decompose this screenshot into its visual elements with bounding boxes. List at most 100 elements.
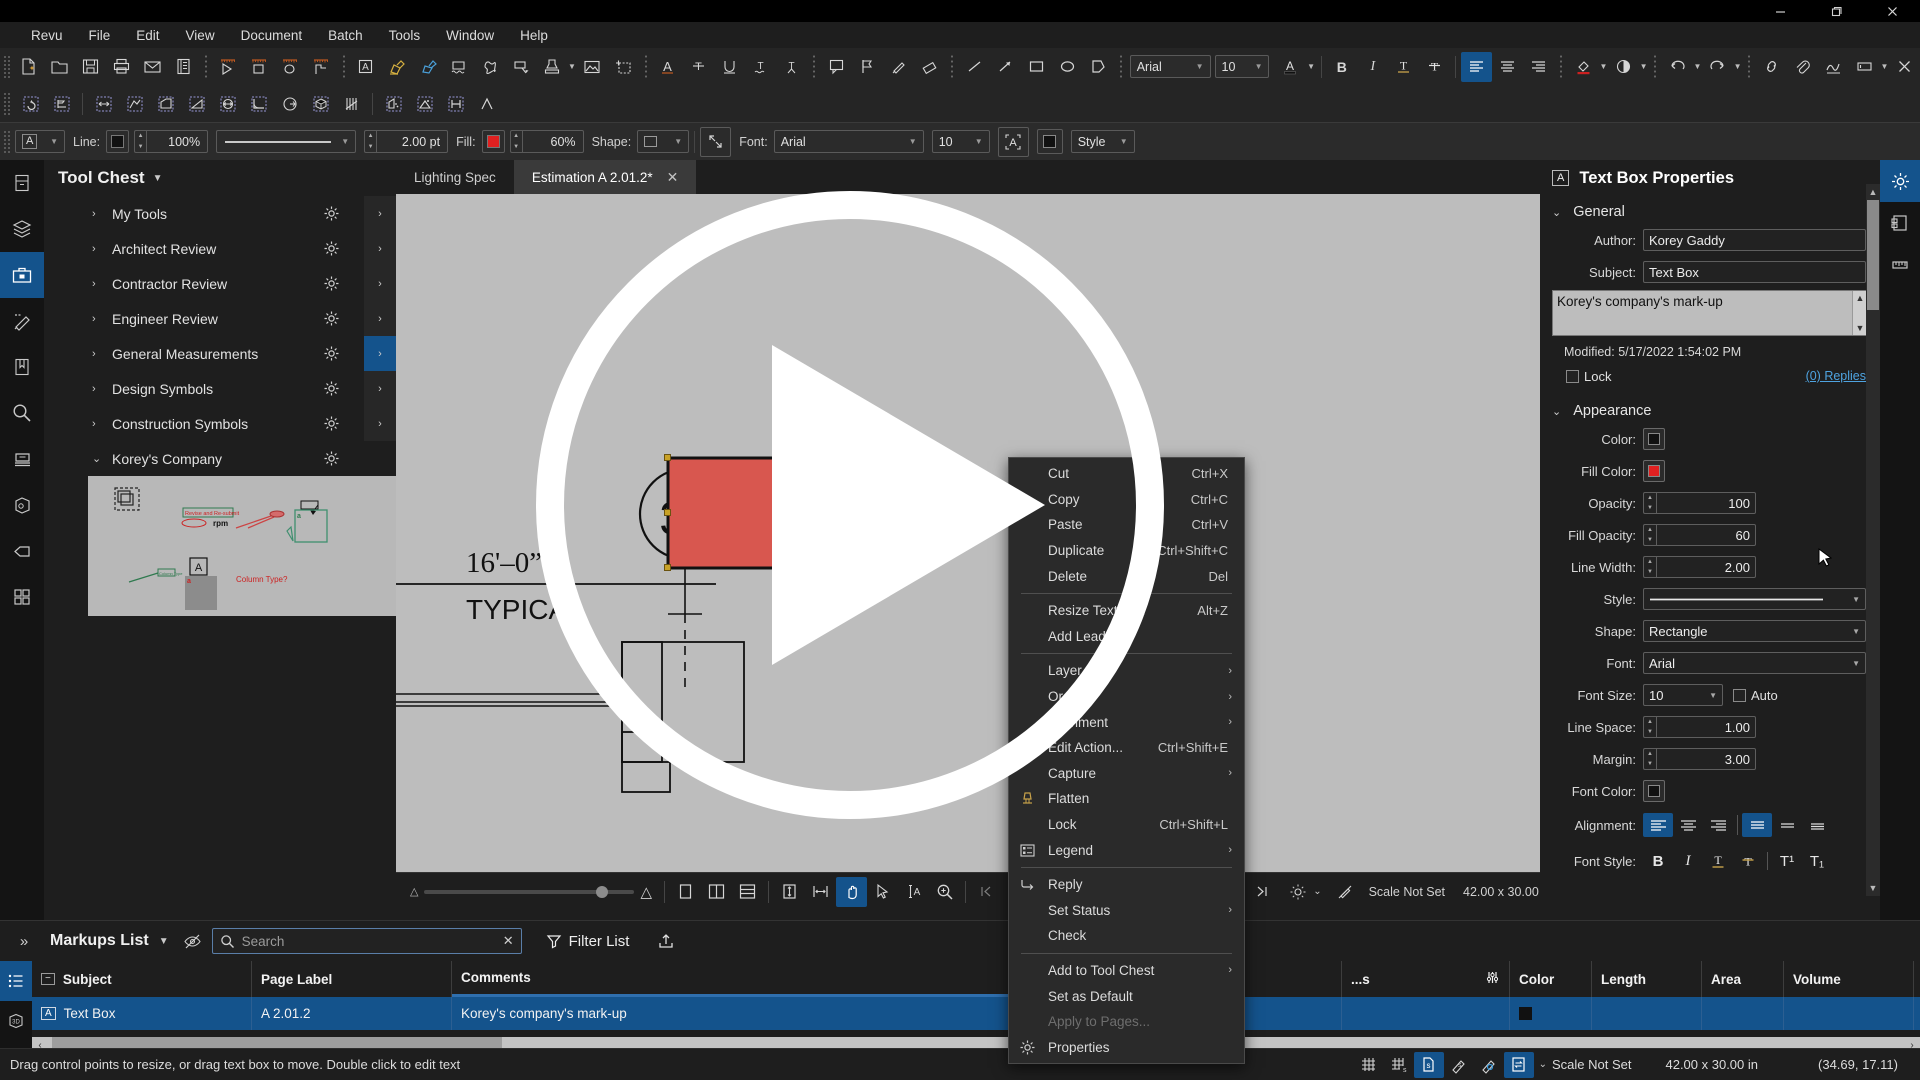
font-color-dropdown-caret[interactable]: ▼ xyxy=(1306,52,1315,82)
cell-color[interactable] xyxy=(1510,997,1592,1030)
italic-button[interactable]: I xyxy=(1673,849,1703,873)
line-opacity-spinner[interactable]: ▲ ▼ xyxy=(134,130,147,153)
text-box-icon[interactable]: A xyxy=(350,52,381,82)
rectangle-icon[interactable] xyxy=(1021,52,1052,82)
sync-views-icon[interactable] xyxy=(1503,1051,1534,1078)
underline-markup-icon[interactable] xyxy=(714,52,745,82)
gear-icon[interactable] xyxy=(323,415,340,432)
form-field-icon[interactable] xyxy=(1849,52,1880,82)
first-page-icon[interactable] xyxy=(971,877,1002,907)
eraser-icon[interactable] xyxy=(914,52,945,82)
gear-icon[interactable] xyxy=(323,275,340,292)
text-select-icon[interactable]: A xyxy=(898,877,929,907)
rail-properties-gear-icon[interactable] xyxy=(1880,160,1920,202)
line-opacity-value[interactable]: 100% xyxy=(146,130,209,153)
context-menu-item-add-leader[interactable]: Add Leader xyxy=(1009,624,1244,650)
context-menu-item-paste[interactable]: Paste Ctrl+V xyxy=(1009,512,1244,538)
ellipse-icon[interactable] xyxy=(1052,52,1083,82)
scrollbar-thumb[interactable] xyxy=(1867,200,1879,310)
chevron-down-icon[interactable]: ⌄ xyxy=(1539,1059,1547,1070)
rail-search-icon[interactable] xyxy=(0,390,44,436)
lock-checkbox[interactable] xyxy=(1566,369,1579,383)
measure-volume-icon[interactable] xyxy=(305,89,336,119)
font-color-swatch[interactable] xyxy=(1643,780,1665,802)
shape-select[interactable]: ▼ xyxy=(637,130,690,153)
toolchest-item-architect-review[interactable]: › Architect Review › xyxy=(44,231,396,266)
measure-radius-icon[interactable] xyxy=(275,52,306,82)
chevron-down-icon[interactable]: ⌄ xyxy=(1313,886,1321,897)
context-menu-item-capture[interactable]: Capture › xyxy=(1009,761,1244,787)
zoom-slider[interactable] xyxy=(424,885,635,898)
context-menu-item-set-as-default[interactable]: Set as Default xyxy=(1009,983,1244,1009)
callout-icon[interactable] xyxy=(505,52,536,82)
rail-bookmarks-icon[interactable] xyxy=(0,344,44,390)
line-width-spinner[interactable]: ▲ ▼ xyxy=(364,130,377,153)
rail-tool-chest-icon[interactable] xyxy=(0,252,44,298)
rail-layers-icon[interactable] xyxy=(0,206,44,252)
align-center-button[interactable] xyxy=(1492,52,1523,82)
comment-textarea[interactable]: Korey's company's mark-up ▲ ▼ xyxy=(1552,290,1868,336)
scrolling-view-icon[interactable] xyxy=(732,877,763,907)
margin-spinner[interactable]: ▲ ▼ xyxy=(1643,748,1656,770)
context-menu-item-flatten[interactable]: Flatten xyxy=(1009,786,1244,812)
line-style-select[interactable]: ▼ xyxy=(216,130,357,153)
column-header-length[interactable]: Length xyxy=(1592,961,1702,997)
general-section-header[interactable]: ⌄ General xyxy=(1540,196,1880,226)
toolbar-font-family-select[interactable]: Arial ▼ xyxy=(1129,55,1211,78)
pen-icon[interactable] xyxy=(412,52,443,82)
fill-color-dropdown-caret[interactable]: ▼ xyxy=(1599,52,1608,82)
attachment-icon[interactable] xyxy=(1787,52,1818,82)
pan-tool-icon[interactable] xyxy=(836,876,868,907)
stamp-dropdown-caret[interactable]: ▼ xyxy=(567,52,576,82)
open-folder-icon[interactable] xyxy=(44,52,75,82)
restore-button[interactable] xyxy=(1808,0,1864,22)
fill-color-swatch[interactable] xyxy=(1643,460,1665,482)
toolchest-item-engineer-review[interactable]: › Engineer Review › xyxy=(44,301,396,336)
line-icon[interactable] xyxy=(959,52,990,82)
line-width-field[interactable]: 2.00 xyxy=(1656,556,1756,578)
context-menu-item-add-to-tool-chest[interactable]: Add to Tool Chest › xyxy=(1009,958,1244,984)
toolbar-grip[interactable] xyxy=(3,129,12,154)
snap-to-content-icon[interactable]: s xyxy=(1413,1051,1444,1078)
replies-link[interactable]: (0) Replies xyxy=(1806,369,1866,383)
selection-handle-mid-left[interactable] xyxy=(664,509,671,516)
arrow-icon[interactable] xyxy=(990,52,1021,82)
rail-form-fields-icon[interactable] xyxy=(1880,202,1920,244)
zoom-slider-group[interactable]: △ △ xyxy=(396,883,652,901)
subscript-button[interactable]: T₁ xyxy=(1802,849,1832,873)
toolchest-item-expand[interactable]: › xyxy=(364,371,396,406)
markups-3d-view-icon[interactable]: 3D xyxy=(0,1001,32,1041)
color-swatch[interactable] xyxy=(1643,428,1665,450)
undo-icon[interactable] xyxy=(1662,52,1693,82)
text-caret-icon[interactable]: T xyxy=(776,52,807,82)
fit-width-icon[interactable] xyxy=(805,877,836,907)
polygon-icon[interactable] xyxy=(1083,52,1114,82)
bold-button[interactable]: B xyxy=(1326,52,1357,82)
toolchest-item-expand[interactable]: › xyxy=(364,266,396,301)
filter-list-button[interactable]: Filter List xyxy=(546,933,629,950)
scroll-up-arrow[interactable]: ▲ xyxy=(1856,293,1865,303)
measure-dynamic-fill-icon[interactable] xyxy=(378,89,409,119)
delete-markup-icon[interactable] xyxy=(1889,52,1920,82)
table-row[interactable]: A Text Box A 2.01.2 Korey's company's mark-… xyxy=(32,997,1920,1030)
measure-count-icon[interactable] xyxy=(306,52,337,82)
grid-icon[interactable] xyxy=(1354,1052,1384,1078)
italic-button[interactable]: I xyxy=(1357,52,1388,82)
fill-color-swatch[interactable] xyxy=(481,130,505,153)
cell-length[interactable] xyxy=(1592,997,1702,1030)
underline-button[interactable]: T xyxy=(1703,849,1733,873)
strikethrough-button[interactable]: T xyxy=(1733,849,1763,873)
auto-font-size-checkbox[interactable] xyxy=(1733,688,1746,702)
scroll-up-arrow[interactable]: ▲ xyxy=(1866,184,1880,200)
appearance-section-header[interactable]: ⌄ Appearance xyxy=(1540,395,1880,425)
context-menu-item-layer[interactable]: Layer › xyxy=(1009,658,1244,684)
document-viewer[interactable]: 32 16'–0” TYPICAL xyxy=(396,194,1554,872)
opacity-field[interactable]: 100 xyxy=(1656,492,1756,514)
align-right-button[interactable] xyxy=(1703,813,1733,837)
subject-field[interactable]: Text Box xyxy=(1643,261,1866,283)
menu-batch[interactable]: Batch xyxy=(315,24,376,47)
underline-button[interactable]: T xyxy=(1388,52,1419,82)
chevron-down-icon[interactable]: ▼ xyxy=(159,936,169,947)
cell-comments[interactable]: Korey's company's mark-up xyxy=(452,997,1102,1030)
toolbar-grip[interactable] xyxy=(3,91,12,116)
